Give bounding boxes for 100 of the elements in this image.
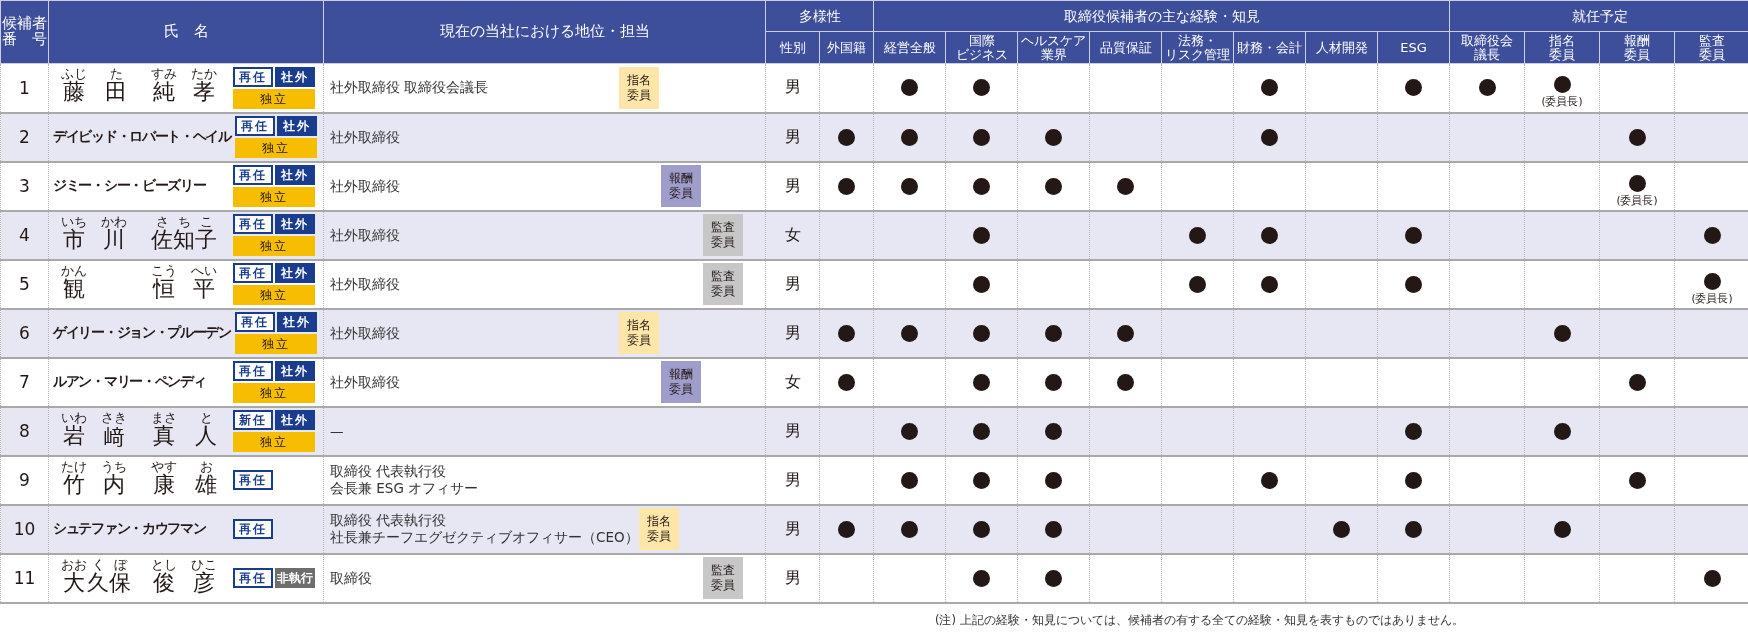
name-character: 人 — [195, 422, 217, 448]
candidate-number: 2 — [19, 127, 30, 147]
status-badge: 独立 — [233, 236, 315, 256]
status-badge: 再任 — [233, 568, 273, 588]
group-header: 就任予定 — [1449, 0, 1748, 32]
column-header: 財務・会計 — [1233, 31, 1306, 64]
furigana: いわ — [61, 409, 87, 425]
committee-badge: 指名委員 — [619, 66, 659, 109]
committee-badge: 報酬委員 — [661, 165, 701, 207]
furigana: た — [105, 66, 127, 82]
position-text: 社外取締役 — [330, 128, 401, 146]
column-header: 指名 委員 — [1524, 31, 1600, 64]
name-character: 観 — [61, 275, 87, 301]
candidate-number: 7 — [19, 372, 30, 392]
status-badge: 独立 — [233, 285, 315, 305]
gender-text: 男 — [784, 175, 801, 195]
column-header: 取締役会 議長 — [1449, 31, 1525, 64]
position-text: — — [330, 422, 345, 440]
name-character: 岩 — [61, 422, 87, 448]
candidate-name: ルアン・マリー・ペンディ — [53, 373, 206, 391]
name-character: 平 — [191, 275, 217, 301]
name-character: 川 — [101, 226, 127, 252]
column-header: 法務・ リスク管理 — [1161, 31, 1234, 64]
gender-text: 男 — [784, 77, 801, 97]
chair-note: (委員長) — [1541, 95, 1583, 110]
column-header: 氏 名 — [48, 0, 324, 64]
column-header: 人材開発 — [1305, 31, 1378, 64]
name-character: 佐 — [151, 226, 173, 252]
column-header: 経営全般 — [873, 31, 946, 64]
status-badge: 再任 — [233, 214, 273, 234]
position-text: 社外取締役 — [330, 226, 401, 244]
position-text: 社外取締役 取締役会議長 — [330, 79, 490, 97]
column-header: 性別 — [765, 31, 820, 64]
status-badge: 社外 — [276, 116, 317, 136]
candidate-name: シュテファン・カウフマン — [53, 520, 206, 538]
name-character: 竹 — [61, 471, 87, 497]
position-text: 社外取締役 — [330, 324, 401, 342]
status-badge: 再任 — [233, 165, 273, 185]
name-character: 子 — [195, 226, 217, 252]
status-badge: 再任 — [233, 263, 273, 283]
furigana: やす — [151, 458, 177, 474]
status-badge: 独立 — [233, 187, 315, 207]
candidate-number: 1 — [19, 77, 30, 98]
status-badge: 社外 — [275, 165, 315, 185]
furigana: たけ — [61, 458, 87, 474]
candidate-number: 3 — [19, 176, 30, 196]
name-character: 久 — [87, 569, 109, 595]
status-badge: 独立 — [234, 334, 317, 354]
candidate-number: 10 — [13, 519, 36, 539]
furigana: く — [87, 556, 109, 572]
furigana: いち — [61, 213, 87, 229]
status-badge: 社外 — [275, 410, 315, 430]
gender-text: 男 — [784, 420, 801, 440]
status-badge: 再任 — [233, 470, 273, 490]
group-header: 取締役候補者の主な経験・知見 — [873, 0, 1450, 32]
column-header: 品質保証 — [1089, 31, 1162, 64]
column-header: 国際 ビジネス — [945, 31, 1018, 64]
furigana: すみ — [151, 66, 177, 82]
furigana: とし — [151, 556, 177, 572]
gender-text: 男 — [784, 322, 801, 342]
group-header: 多様性 — [765, 0, 874, 32]
column-header: ヘルスケア 業界 — [1017, 31, 1090, 64]
chair-note: (委員長) — [1616, 193, 1658, 208]
candidate-name: デイビッド・ロバート・ヘイル — [53, 128, 231, 146]
column-header: 候補者 番 号 — [0, 0, 49, 64]
status-badge: 新任 — [233, 410, 273, 430]
gender-text: 男 — [784, 469, 801, 489]
candidate-number: 8 — [19, 421, 30, 441]
status-badge: 独立 — [234, 138, 317, 158]
name-character: 大 — [61, 569, 87, 595]
column-header: 監査 委員 — [1674, 31, 1748, 64]
status-badge: 独立 — [233, 383, 315, 403]
candidate-name: ジミー・シー・ビーズリー — [53, 177, 206, 195]
position-text: 社外取締役 — [330, 275, 401, 293]
furigana: へい — [191, 262, 217, 278]
position-text: 取締役 代表執行役 会長兼 ESG オフィサー — [330, 463, 480, 497]
furigana: たか — [191, 66, 217, 82]
status-badge: 再任 — [234, 312, 275, 332]
furigana: さ — [151, 213, 173, 229]
gender-text: 男 — [784, 126, 801, 146]
column-header: 報酬 委員 — [1599, 31, 1675, 64]
candidate-number: 4 — [19, 225, 30, 245]
position-text: 社外取締役 — [330, 177, 401, 195]
status-badge: 非執行 — [275, 568, 315, 588]
candidate-number: 5 — [19, 274, 30, 294]
gender-text: 男 — [784, 273, 801, 293]
status-badge: 社外 — [275, 263, 315, 283]
name-character: 田 — [105, 79, 127, 105]
status-badge: 社外 — [275, 66, 315, 87]
status-badge: 独立 — [233, 432, 315, 452]
status-badge: 社外 — [275, 361, 315, 381]
position-text: 取締役 代表執行役 社長兼チーフエグゼクティブオフィサー（CEO） — [330, 512, 639, 546]
name-character: 真 — [151, 422, 177, 448]
name-character: 雄 — [195, 471, 217, 497]
status-badge: 社外 — [275, 214, 315, 234]
furigana: かわ — [101, 213, 127, 229]
furigana: さき — [101, 409, 127, 425]
position-text: 取締役 — [330, 569, 373, 587]
name-character: 純 — [151, 79, 177, 105]
status-badge: 社外 — [276, 312, 317, 332]
